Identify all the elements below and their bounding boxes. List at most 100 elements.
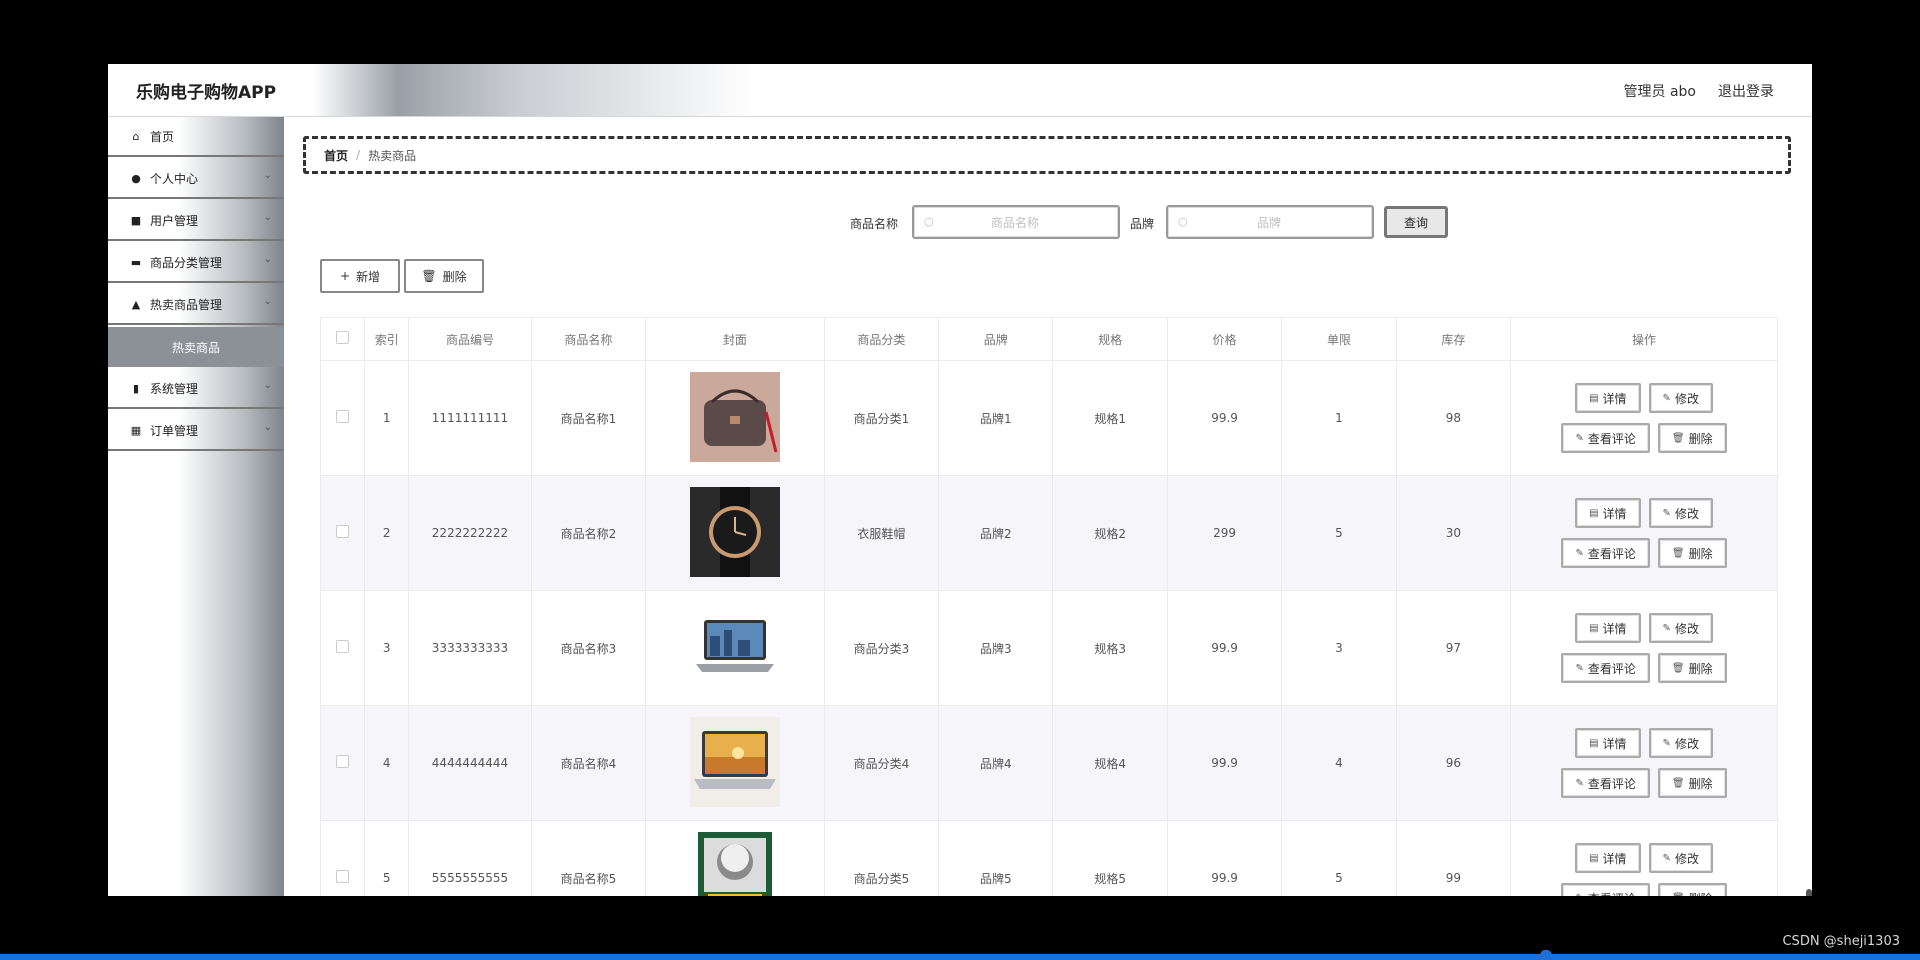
pencil-icon: ✎ — [1662, 392, 1671, 404]
pencil-icon: ✎ — [1575, 893, 1583, 897]
code-cell: 4444444444 — [408, 705, 532, 821]
edit-button[interactable]: ✎ 修改 — [1648, 843, 1713, 873]
view-comments-button[interactable]: ✎查看评论 — [1561, 538, 1650, 568]
document-icon: ▤ — [1589, 392, 1599, 404]
delete-row-button[interactable]: 🗑删除 — [1657, 538, 1727, 568]
brand-cell: 品牌4 — [938, 705, 1054, 821]
edit-button[interactable]: ✎ 修改 — [1648, 728, 1713, 758]
progress-handle[interactable] — [1540, 950, 1552, 960]
view-comments-button[interactable]: ✎查看评论 — [1561, 883, 1650, 897]
column-header: 商品名称 — [530, 317, 647, 361]
column-header: 规格 — [1052, 317, 1168, 361]
edit-label: 修改 — [1674, 391, 1699, 406]
view-comments-button[interactable]: ✎查看评论 — [1561, 423, 1650, 453]
table-row: 3 3333333333 商品名称3 商品分类3 品牌3 规格3 99.9 3 … — [319, 590, 1778, 706]
product-name-input[interactable] — [938, 213, 1092, 233]
scrollbar-thumb[interactable] — [1806, 889, 1812, 896]
row-select-cell[interactable] — [319, 705, 366, 821]
sidebar-item-system-management[interactable]: ▮ 系统管理 ⌄ — [108, 369, 284, 409]
ops-cell: ▤详情 ✎修改 ✎查看评论 🗑删除 — [1510, 705, 1778, 821]
view-comments-button[interactable]: ✎查看评论 — [1561, 653, 1650, 683]
brand-field[interactable]: ○ — [1166, 205, 1374, 239]
detail-label: 详情 — [1602, 621, 1627, 636]
delete-button[interactable]: 🗑 删除 — [404, 259, 484, 293]
ops-cell: ▤详情 ✎修改 ✎查看评论 🗑删除 — [1510, 820, 1778, 897]
edit-label: 修改 — [1674, 851, 1699, 866]
detail-button[interactable]: ▤ 详情 — [1575, 383, 1641, 413]
product-name-field[interactable]: ○ — [912, 205, 1120, 239]
ops-cell: ▤详情 ✎修改 ✎查看评论 🗑删除 — [1510, 475, 1778, 591]
admin-user-label[interactable]: 管理员 abo — [1624, 81, 1696, 101]
sidebar-item-personal-center[interactable]: ● 个人中心 ⌄ — [108, 159, 284, 199]
edit-button[interactable]: ✎ 修改 — [1648, 383, 1713, 413]
category-cell: 商品分类5 — [823, 820, 940, 896]
row-checkbox[interactable] — [336, 525, 350, 538]
sidebar-item-order-management[interactable]: ▦ 订单管理 ⌄ — [108, 411, 284, 451]
logout-link[interactable]: 退出登录 — [1718, 81, 1774, 101]
brand-cell: 品牌1 — [938, 360, 1054, 476]
stock-cell: 30 — [1395, 475, 1512, 591]
main-content: 首页 / 热卖商品 商品名称 ○ 品牌 ○ 查询 + 新增 🗑 删除 — [284, 117, 1812, 896]
person-icon: ▲ — [131, 297, 141, 311]
column-header: 商品编号 — [408, 317, 532, 361]
select-all-header[interactable] — [319, 317, 366, 361]
code-cell: 1111111111 — [408, 360, 532, 476]
sidebar-item-hot-goods-management[interactable]: ▲ 热卖商品管理 ⌄ — [108, 285, 284, 325]
column-header: 单限 — [1281, 317, 1397, 361]
row-select-cell[interactable] — [319, 475, 366, 591]
monitor-icon: ▬ — [130, 255, 142, 269]
edit-button[interactable]: ✎ 修改 — [1648, 613, 1713, 643]
limit-cell: 5 — [1281, 475, 1397, 591]
view-comments-label: 查看评论 — [1587, 546, 1636, 561]
delete-row-button[interactable]: 🗑删除 — [1657, 883, 1727, 896]
detail-label: 详情 — [1602, 736, 1627, 751]
pencil-icon: ✎ — [1662, 737, 1671, 749]
sidebar-item-label: 系统管理 — [150, 381, 199, 396]
delete-row-button[interactable]: 🗑删除 — [1657, 423, 1727, 453]
sidebar-item-category-management[interactable]: ▬ 商品分类管理 ⌄ — [108, 243, 284, 283]
row-checkbox[interactable] — [336, 410, 350, 423]
breadcrumb: 首页 / 热卖商品 — [303, 136, 1791, 174]
delete-row-button[interactable]: 🗑删除 — [1657, 653, 1727, 683]
watermark-text: CSDN @sheji1303 — [1782, 934, 1900, 949]
pencil-icon: ✎ — [1575, 662, 1584, 674]
delete-row-button[interactable]: 🗑删除 — [1657, 768, 1727, 798]
row-select-cell[interactable] — [319, 590, 366, 706]
table-row: 2 2222222222 商品名称2 衣服鞋帽 品牌2 规格2 299 5 30… — [319, 475, 1778, 591]
limit-cell: 3 — [1281, 590, 1397, 706]
spec-cell: 规格1 — [1052, 360, 1168, 476]
view-comments-button[interactable]: ✎查看评论 — [1561, 768, 1650, 798]
detail-button[interactable]: ▤ 详情 — [1575, 613, 1641, 643]
query-button[interactable]: 查询 — [1384, 206, 1448, 238]
app-window: 乐购电子购物APP 管理员 abo 退出登录 ⌂ 首页 ● 个人中心 ⌄ ■ 用… — [108, 64, 1812, 896]
brand-input[interactable] — [1192, 213, 1346, 233]
delete-button-label: 删除 — [442, 269, 467, 284]
category-cell: 衣服鞋帽 — [823, 475, 940, 591]
row-checkbox[interactable] — [336, 640, 350, 653]
detail-button[interactable]: ▤ 详情 — [1575, 843, 1641, 873]
cover-image — [689, 716, 780, 807]
column-header: 品牌 — [938, 317, 1054, 361]
table-header-row: 索引 商品编号 商品名称 封面 商品分类 品牌 规格 价格 单限 库存 操作 — [319, 317, 1778, 361]
detail-button[interactable]: ▤ 详情 — [1575, 728, 1641, 758]
row-checkbox[interactable] — [336, 755, 350, 768]
sidebar-item-home[interactable]: ⌂ 首页 — [108, 117, 284, 157]
category-cell: 商品分类4 — [823, 705, 940, 821]
add-button[interactable]: + 新增 — [320, 259, 400, 293]
trash-icon: 🗑 — [1671, 547, 1685, 559]
pencil-icon: ✎ — [1662, 622, 1671, 634]
breadcrumb-home[interactable]: 首页 — [324, 147, 348, 164]
sidebar-subitem-hot-goods[interactable]: 热卖商品 — [108, 327, 284, 367]
edit-button[interactable]: ✎ 修改 — [1648, 498, 1713, 528]
chevron-down-icon: ⌄ — [263, 296, 272, 307]
row-select-cell[interactable] — [319, 360, 366, 476]
detail-button[interactable]: ▤ 详情 — [1575, 498, 1641, 528]
progress-bar[interactable] — [0, 954, 1920, 960]
select-all-checkbox[interactable] — [336, 331, 350, 344]
sidebar-item-user-management[interactable]: ■ 用户管理 ⌄ — [108, 201, 284, 241]
row-checkbox[interactable] — [336, 870, 350, 883]
column-header: 操作 — [1510, 317, 1778, 361]
row-select-cell[interactable] — [319, 820, 366, 896]
table-row: 1 1111111111 商品名称1 商品分类1 品牌1 规格1 99.9 1 … — [319, 360, 1778, 476]
table-row: 5 5555555555 商品名称5 商品分类5 品牌5 规格5 99.9 5 … — [319, 820, 1778, 897]
